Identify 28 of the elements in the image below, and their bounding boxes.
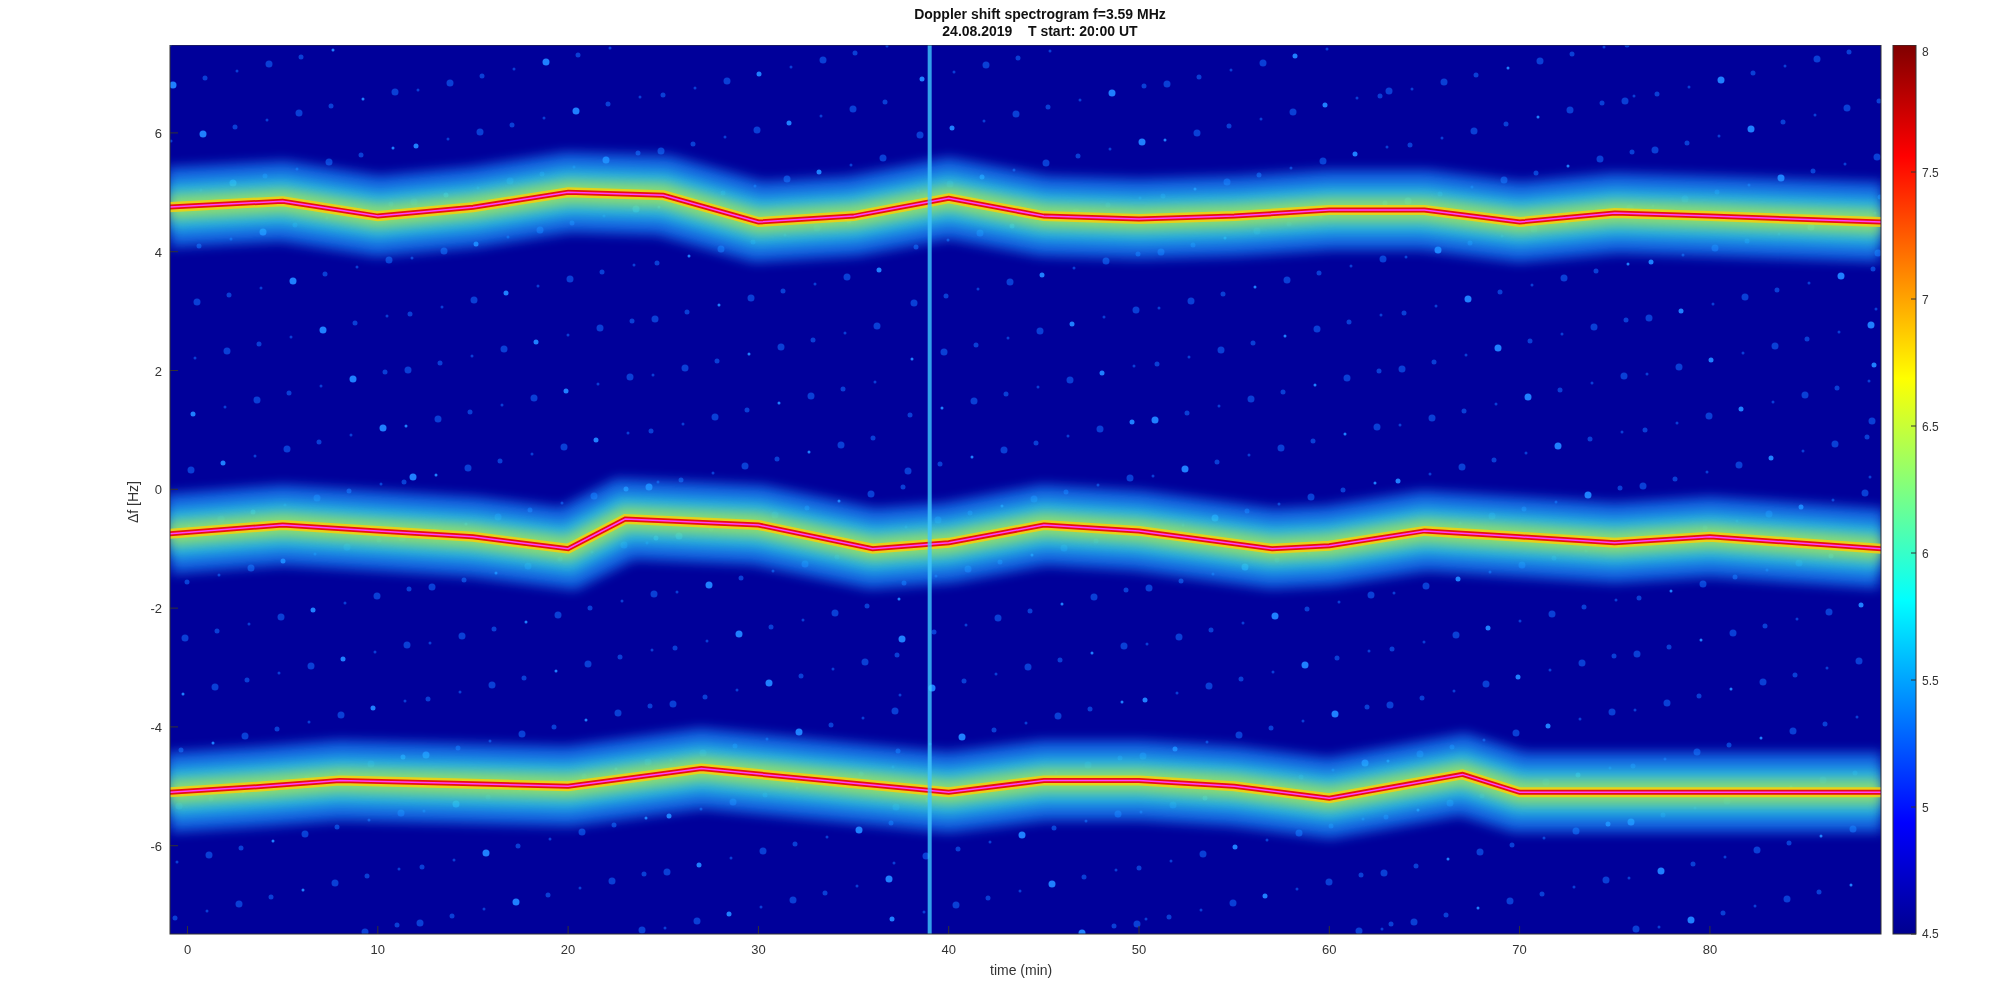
y-tick-label: 6 xyxy=(154,125,162,141)
x-tick-label: 70 xyxy=(1512,942,1527,957)
x-tick-label: 60 xyxy=(1322,942,1337,957)
x-tick-label: 10 xyxy=(370,942,386,957)
colorbar-tick-label: 8 xyxy=(1922,45,1929,59)
colorbar-tick-label: 5 xyxy=(1922,801,1929,815)
chart-subtitle: 24.08.2019 T start: 20:00 UT xyxy=(942,22,1138,40)
x-axis-label: time (min) xyxy=(990,962,1053,978)
colorbar-tick-label: 5.5 xyxy=(1922,674,1939,688)
colorbar-tick-label: 7.5 xyxy=(1922,166,1939,180)
x-tick-label: 80 xyxy=(1702,942,1718,957)
y-tick-label: 2 xyxy=(154,363,162,379)
colorbar-tick-label: 7 xyxy=(1922,293,1929,307)
y-tick-label: 4 xyxy=(154,244,162,260)
x-tick-label: 0 xyxy=(183,942,192,957)
y-axis-label: Δf [Hz] xyxy=(125,481,141,524)
x-tick-label: 40 xyxy=(941,942,956,957)
y-tick-label: 0 xyxy=(154,482,162,498)
x-tick-label: 20 xyxy=(560,942,576,957)
y-tick-label: -6 xyxy=(150,838,162,854)
y-tick-label: -4 xyxy=(150,719,162,735)
chart-title: Doppler shift spectrogram f=3.59 MHz xyxy=(914,5,1166,23)
colorbar-tick-label: 4.5 xyxy=(1922,927,1939,941)
colorbar-tick-label: 6.5 xyxy=(1922,420,1939,434)
y-tick-label: -2 xyxy=(150,601,162,617)
x-tick-label: 30 xyxy=(751,942,766,957)
x-tick-label: 50 xyxy=(1131,942,1147,957)
colorbar-tick-label: 6 xyxy=(1922,547,1929,561)
